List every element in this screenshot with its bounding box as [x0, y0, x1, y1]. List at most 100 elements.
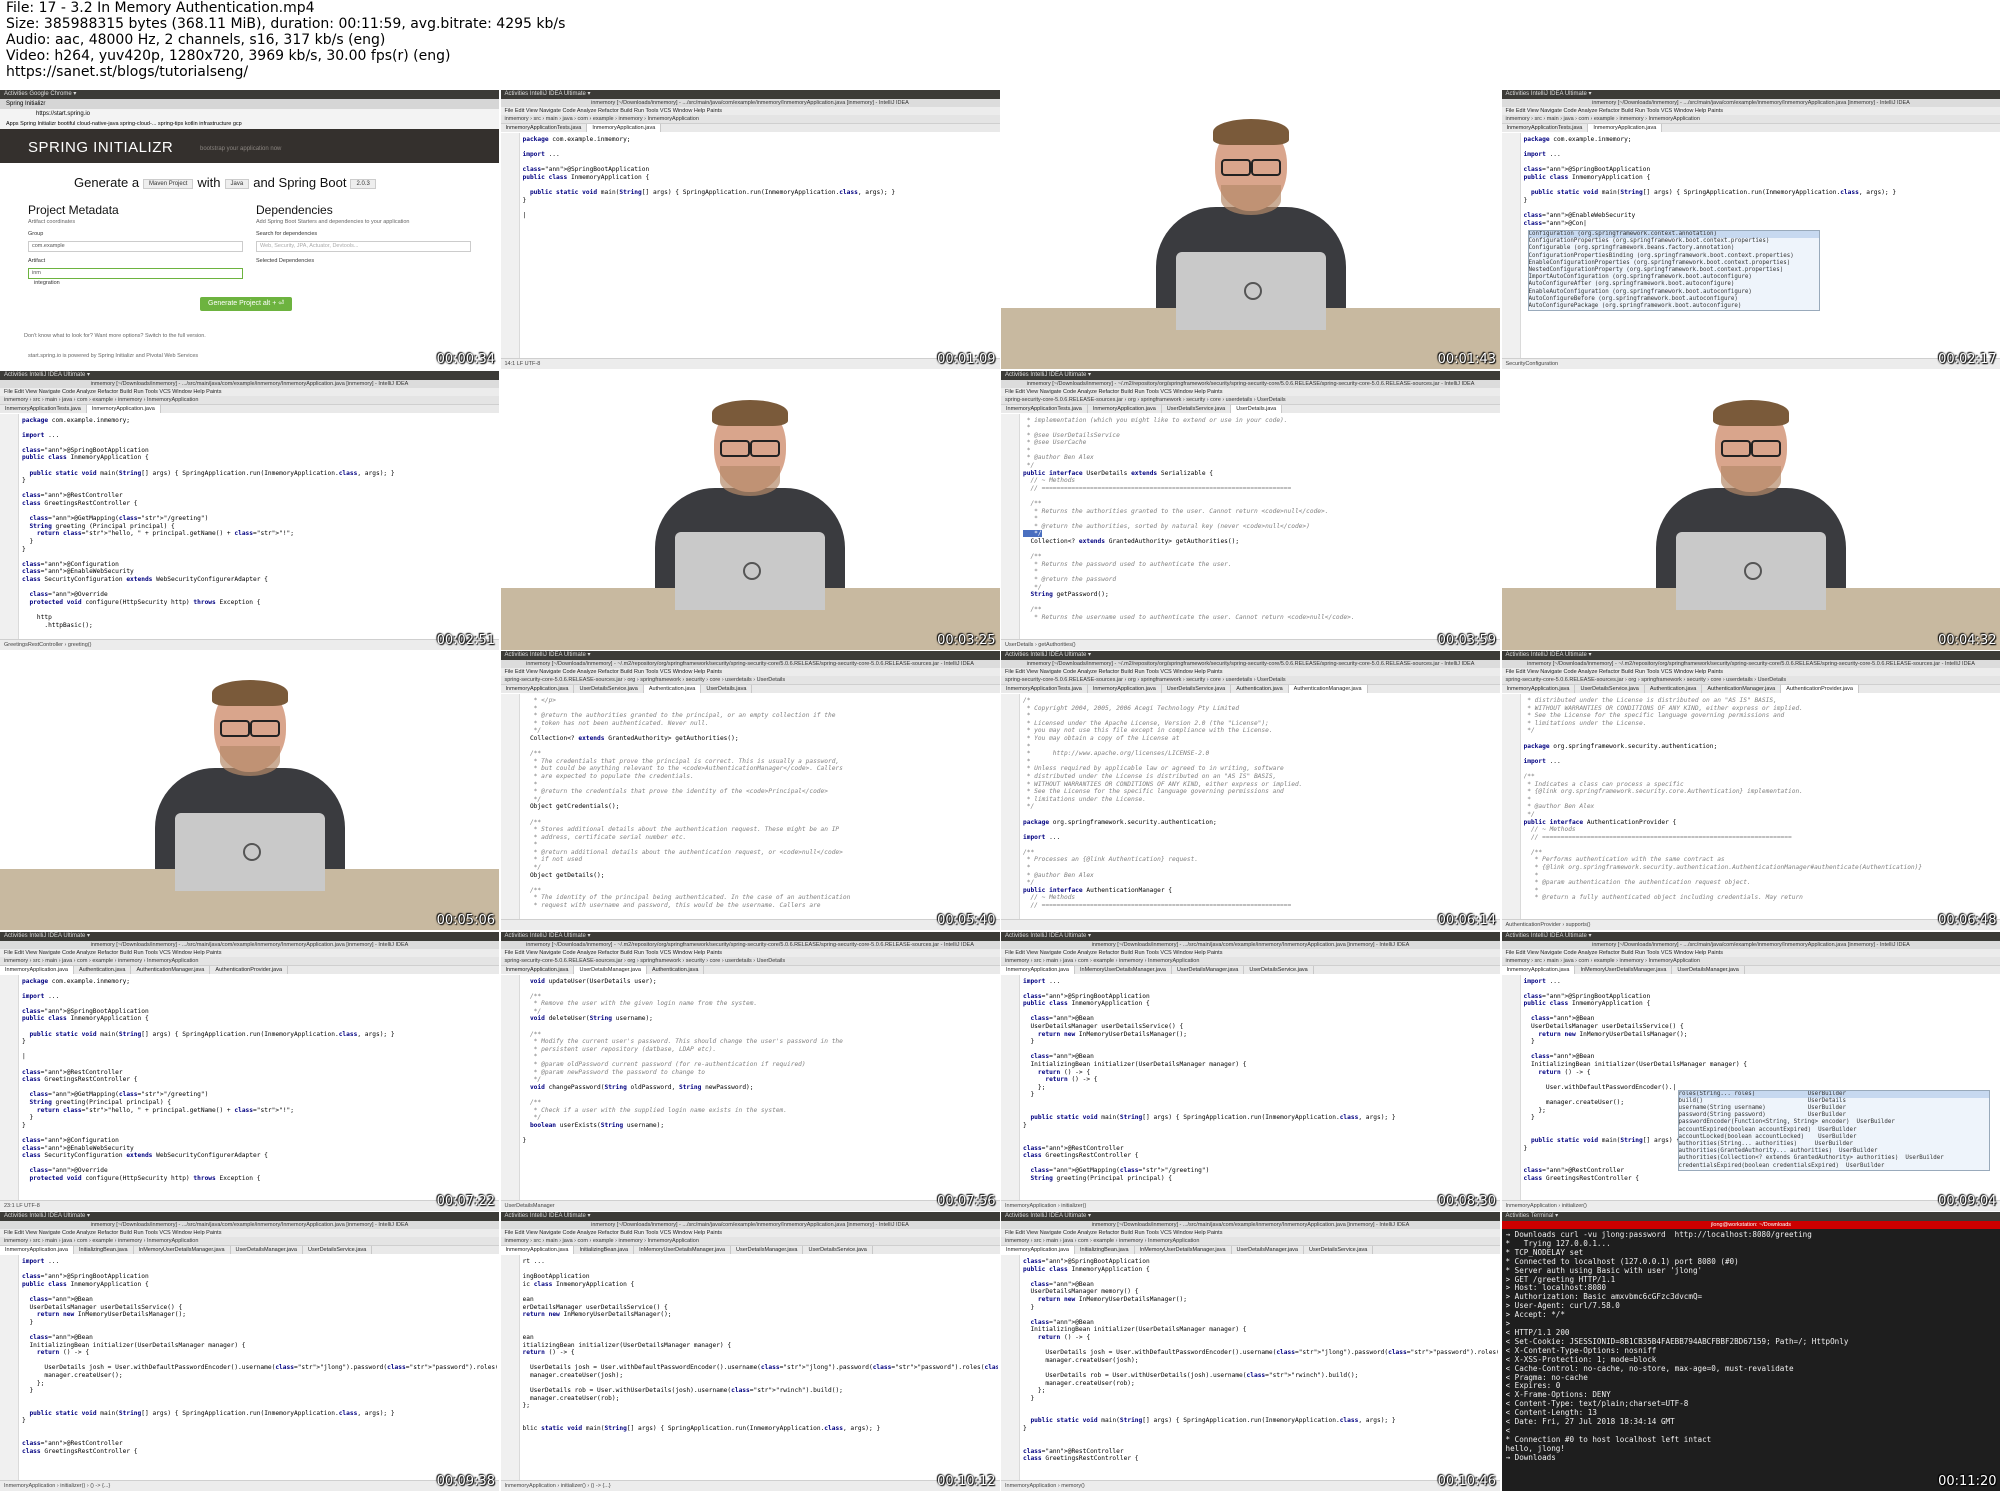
menu-bar[interactable]: File Edit View Navigate Code Analyze Ref… [1001, 668, 1500, 676]
menu-bar[interactable]: File Edit View Navigate Code Analyze Ref… [0, 1229, 499, 1237]
editor-tab[interactable]: UserDetailsManager.java [1172, 965, 1245, 974]
completion-item[interactable]: username(String username) UserBuilder [1679, 1105, 1989, 1112]
editor-tab[interactable]: InMemoryUserDetailsManager.java [134, 1246, 231, 1254]
completion-popup[interactable]: roles(String... roles) UserBuilder build(… [1677, 1089, 1990, 1171]
breadcrumb[interactable]: inmemory › src › main › java › com › exa… [1001, 956, 1500, 966]
editor-tab[interactable]: InmemoryApplication.java [0, 1246, 74, 1254]
editor-tab[interactable]: InmemoryApplication.java [1088, 685, 1162, 693]
autocomplete-suggestion[interactable]: integration [34, 280, 60, 286]
artifact-input[interactable]: inm [28, 268, 243, 279]
editor-tab[interactable]: InMemoryUserDetailsManager.java [634, 1246, 732, 1254]
editor-tab[interactable]: InmemoryApplication.java [1088, 404, 1162, 413]
completion-item[interactable]: ImportAutoConfiguration (org.springframe… [1529, 274, 1819, 281]
breadcrumb[interactable]: inmemory › src › main › java › com › exa… [0, 1237, 499, 1246]
completion-item[interactable]: accountLocked(boolean accountLocked) Use… [1679, 1134, 1989, 1141]
menu-bar[interactable]: File Edit View Navigate Code Analyze Ref… [500, 1229, 1000, 1237]
editor-tab[interactable]: AuthenticationManager.java [131, 965, 211, 974]
completion-item[interactable]: passwordEncoder(Function<String, String>… [1679, 1119, 1989, 1126]
editor-tab[interactable]: UserDetails.java [701, 685, 753, 693]
breadcrumb[interactable]: inmemory › src › main › java › com › exa… [0, 395, 499, 405]
completion-item[interactable]: EnableAutoConfiguration (org.springframe… [1529, 289, 1819, 296]
code-editor[interactable]: class="ann">@SpringBootApplication publi… [1001, 1255, 1500, 1481]
completion-item[interactable]: NestedConfigurationProperty (org.springf… [1529, 267, 1819, 274]
full-version-hint[interactable]: Don't know what to look for? Want more o… [24, 333, 206, 339]
editor-tab[interactable]: UserDetailsService.java [303, 1246, 373, 1254]
code-editor[interactable]: import ... class="ann">@SpringBootApplic… [1001, 974, 1500, 1201]
menu-bar[interactable]: File Edit View Navigate Code Analyze Ref… [1501, 107, 2000, 115]
editor-tab[interactable]: InmemoryApplicationTests.java [1502, 124, 1589, 132]
editor-tab[interactable]: InmemoryApplicationTests.java [501, 124, 588, 132]
editor-tab[interactable]: InmemoryApplication.java [1502, 685, 1576, 693]
completion-item[interactable]: build() UserDetails [1679, 1098, 1989, 1105]
editor-tab[interactable]: Authentication.java [1645, 685, 1703, 693]
completion-popup[interactable]: Configuration (org.springframework.conte… [1527, 230, 1820, 312]
editor-tab[interactable]: UserDetailsManager.java [1672, 965, 1745, 974]
completion-item[interactable]: authorities(GrantedAuthority... authorit… [1679, 1148, 1989, 1155]
editor-tab[interactable]: InmemoryApplication.java [1001, 1246, 1075, 1254]
editor-tab[interactable]: InmemoryApplication.java [500, 1246, 575, 1254]
code-editor[interactable]: rt ... ingBootApplication ic class Inmem… [500, 1255, 1000, 1481]
breadcrumb[interactable]: inmemory › src › main › java › com › exa… [1001, 1237, 1500, 1246]
completion-item[interactable]: authorities(String... authorities) UserB… [1679, 1141, 1989, 1148]
editor-tab[interactable]: InmemoryApplication.java [0, 965, 74, 974]
editor-tab[interactable]: InMemoryUserDetailsManager.java [1135, 1246, 1232, 1254]
editor-tab[interactable]: InmemoryApplicationTests.java [1001, 404, 1088, 413]
editor-tab[interactable]: InmemoryApplicationTests.java [0, 404, 87, 413]
code-editor[interactable]: * </p> * * @return the authorities grant… [500, 694, 1000, 920]
editor-tab[interactable]: Authentication.java [74, 965, 132, 974]
code-editor[interactable]: package com.example.inmemory; import ...… [0, 974, 499, 1201]
editor-tab[interactable]: InitializingBean.java [574, 1246, 635, 1254]
editor-tab[interactable]: UserDetailsService.java [803, 1246, 873, 1254]
menu-bar[interactable]: File Edit View Navigate Code Analyze Ref… [1001, 948, 1500, 957]
code-editor[interactable]: * implementation (which you might like t… [1001, 413, 1500, 640]
completion-item[interactable]: credentialsExpired(boolean credentialsEx… [1679, 1163, 1989, 1170]
editor-tab[interactable]: InmemoryApplication.java [1501, 965, 1576, 974]
breadcrumb[interactable]: spring-security-core-5.0.6.RELEASE-sourc… [1501, 676, 2000, 685]
breadcrumb[interactable]: spring-security-core-5.0.6.RELEASE-sourc… [1001, 395, 1500, 405]
language-select[interactable]: Java [224, 178, 250, 189]
completion-item[interactable]: authorities(Collection<? extends Granted… [1679, 1155, 1989, 1162]
menu-bar[interactable]: File Edit View Navigate Code Analyze Ref… [1501, 668, 2000, 676]
editor-tab[interactable]: UserDetailsManager.java [1232, 1246, 1304, 1254]
menu-bar[interactable]: File Edit View Navigate Code Analyze Ref… [1001, 387, 1500, 396]
editor-tab[interactable]: AuthenticationManager.java [1702, 685, 1782, 693]
editor-tab[interactable]: UserDetailsManager.java [231, 1246, 303, 1254]
menu-bar[interactable]: File Edit View Navigate Code Analyze Ref… [0, 948, 499, 957]
breadcrumb[interactable]: spring-security-core-5.0.6.RELEASE-sourc… [500, 956, 1000, 966]
code-editor[interactable]: void updateUser(UserDetails user); /** *… [500, 974, 1000, 1201]
editor-tab[interactable]: Authentication.java [647, 965, 705, 974]
editor-tab[interactable]: InmemoryApplication.java [1001, 965, 1075, 974]
editor-tab[interactable]: UserDetailsManager.java [574, 965, 647, 974]
completion-item[interactable]: EnableConfigurationProperties (org.sprin… [1529, 260, 1819, 267]
editor-tab[interactable]: UserDetails.java [1231, 404, 1283, 413]
completion-item[interactable]: accountExpired(boolean accountExpired) U… [1679, 1127, 1989, 1134]
editor-tab[interactable]: InitializingBean.java [74, 1246, 134, 1254]
breadcrumb[interactable]: inmemory › src › main › java › com › exa… [1501, 115, 2000, 124]
editor-tab[interactable]: InmemoryApplication.java [86, 404, 161, 413]
boot-version-select[interactable]: 2.0.3 [350, 178, 376, 189]
menu-bar[interactable]: File Edit View Navigate Code Analyze Ref… [500, 668, 1000, 676]
menu-bar[interactable]: File Edit View Navigate Code Analyze Ref… [1501, 948, 2000, 957]
editor-tab[interactable]: AuthenticationProvider.java [1781, 685, 1859, 693]
completion-item[interactable]: AutoConfigureAfter (org.springframework.… [1529, 281, 1819, 288]
breadcrumb[interactable]: inmemory › src › main › java › com › exa… [500, 1237, 1000, 1246]
completion-item[interactable]: Configuration (org.springframework.conte… [1528, 231, 1819, 239]
code-editor[interactable]: /* * Copyright 2004, 2005, 2006 Acegi Te… [1001, 694, 1500, 920]
browser-tab[interactable]: Spring Initializr [0, 99, 499, 109]
completion-item[interactable]: AutoConfigureBefore (org.springframework… [1529, 296, 1819, 303]
editor-tab[interactable]: UserDetailsService.java [1244, 965, 1314, 974]
terminal-output[interactable]: → Downloads curl -vu jlong:password http… [1501, 1229, 2000, 1491]
editor-tab[interactable]: UserDetailsService.java [574, 685, 644, 693]
menu-bar[interactable]: File Edit View Navigate Code Analyze Ref… [0, 387, 499, 396]
editor-tab[interactable]: InmemoryApplication.java [501, 685, 575, 693]
editor-tab[interactable]: InmemoryApplication.java [1588, 124, 1663, 132]
project-select[interactable]: Maven Project [143, 178, 194, 189]
breadcrumb[interactable]: inmemory › src › main › java › com › exa… [0, 956, 499, 966]
editor-tab[interactable]: UserDetailsService.java [1304, 1246, 1374, 1254]
menu-bar[interactable]: File Edit View Navigate Code Analyze Ref… [500, 107, 1000, 115]
dependency-search-input[interactable]: Web, Security, JPA, Actuator, Devtools..… [256, 241, 471, 252]
code-editor[interactable]: package com.example.inmemory; import ...… [500, 133, 1000, 359]
editor-tab[interactable]: UserDetailsService.java [1162, 685, 1232, 693]
code-editor[interactable]: * distributed under the License is distr… [1501, 694, 2000, 920]
editor-tab[interactable]: InmemoryApplicationTests.java [1001, 685, 1088, 693]
